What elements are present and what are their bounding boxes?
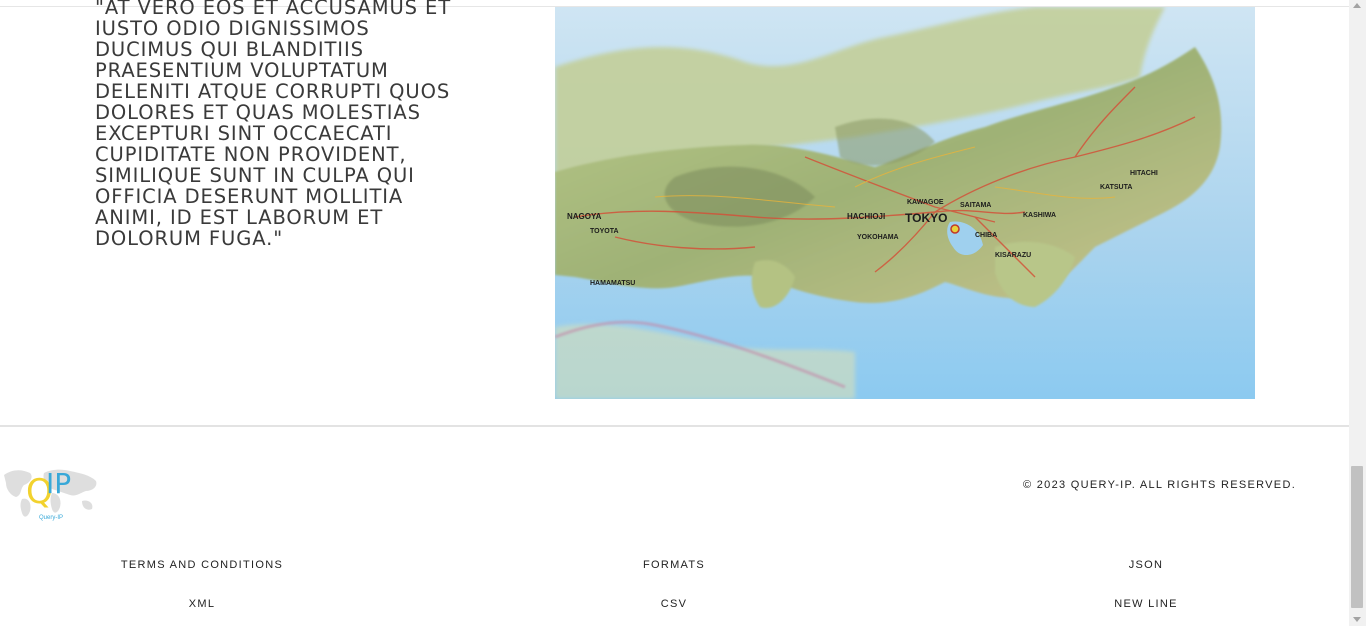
terms-and-conditions-link[interactable]: TERMS AND CONDITIONS [121,559,283,571]
new-line-link[interactable]: NEW LINE [1114,598,1178,610]
map-label-yokohama: YOKOHAMA [857,234,899,241]
map-label-tokyo: TOKYO [905,211,947,225]
scrollbar-thumb[interactable] [1351,466,1363,608]
map-label-kisarazu: KISARAZU [995,252,1031,259]
map-label-kashiwa: KASHIWA [1023,212,1056,219]
vertical-scrollbar[interactable] [1349,0,1366,626]
query-ip-logo[interactable]: Q IP Query-IP [0,461,104,523]
map-label-kawagoe: KAWAGOE [907,199,944,206]
copyright-text: © 2023 QUERY-IP. ALL RIGHTS RESERVED. [1023,479,1297,491]
map-label-hamamatsu: HAMAMATSU [590,280,635,287]
scroll-down-arrow-icon[interactable] [1353,617,1361,622]
map-label-toyota: TOYOTA [590,228,619,235]
map-label-hitachi: HITACHI [1130,170,1158,177]
map-label-nagoya: NAGOYA [567,212,602,221]
map-label-hachioji: HACHIOJI [847,212,885,221]
csv-link[interactable]: CSV [661,598,688,610]
logo-graphic: Q IP Query-IP [4,467,97,521]
map-label-chiba: CHIBA [975,232,997,239]
map-label-katsuta: KATSUTA [1100,184,1132,191]
japan-map-image: TOKYO HACHIOJI KAWAGOE SAITAMA KASHIWA K… [555,7,1255,399]
footer-divider [0,425,1349,427]
map-label-saitama: SAITAMA [960,202,991,209]
logo-caption: Query-IP [39,515,63,521]
xml-link[interactable]: XML [189,598,216,610]
formats-link[interactable]: FORMATS [643,559,705,571]
json-link[interactable]: JSON [1129,559,1164,571]
map-illustration: TOKYO HACHIOJI KAWAGOE SAITAMA KASHIWA K… [555,7,1222,399]
quote-text: "AT VERO EOS ET ACCUSAMUS ET IUSTO ODIO … [95,0,459,250]
logo-letters-ip: IP [46,467,71,500]
scroll-up-arrow-icon[interactable] [1353,3,1361,8]
